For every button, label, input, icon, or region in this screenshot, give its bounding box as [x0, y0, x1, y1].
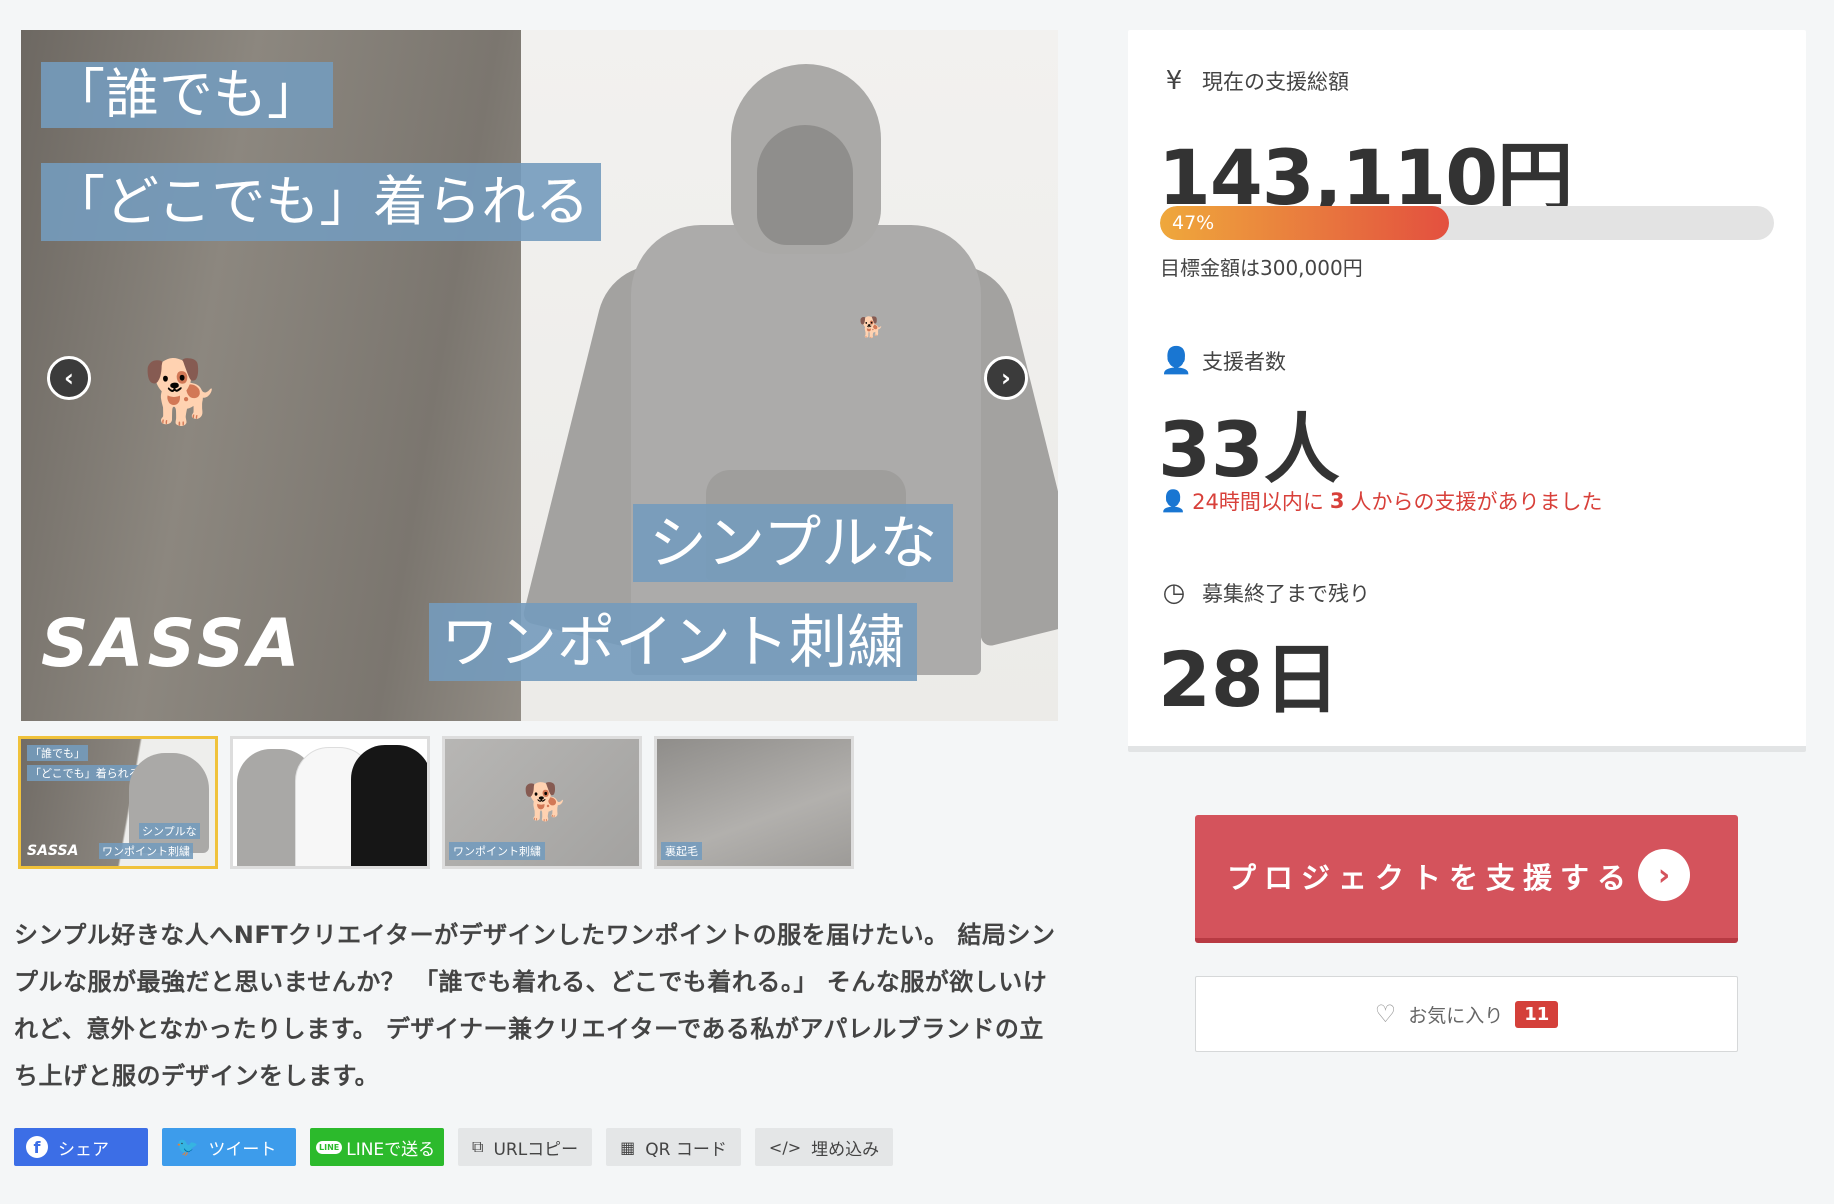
thumbnail-caption: シンプルな [139, 823, 200, 839]
time-label-row: ◷ 募集終了まで残り [1160, 578, 1370, 608]
recent-prefix: 24時間以内に [1192, 490, 1324, 514]
project-description: シンプル好きな人へNFTクリエイターがデザインしたワンポイントの服を届けたい。 … [14, 921, 1056, 1090]
line-share-label: LINEで送る [346, 1139, 436, 1160]
yen-icon: ¥ [1165, 66, 1183, 96]
supporters-label: 支援者数 [1202, 350, 1286, 374]
twitter-share-button[interactable]: 🐦 ツイート [162, 1128, 296, 1166]
qr-code-icon: ▦ [620, 1137, 636, 1157]
goal-amount: 目標金額は300,000円 [1160, 256, 1363, 280]
twitter-bird-icon: 🐦 [176, 1136, 199, 1158]
url-copy-button[interactable]: ⧉ URLコピー [458, 1128, 593, 1166]
hero-caption-2: 「どこでも」着られる [41, 163, 602, 241]
clock-icon: ◷ [1162, 578, 1186, 608]
thumbnail-brand: SASSA [27, 843, 79, 859]
thumbnail-4[interactable]: 裏起毛 [654, 736, 854, 869]
hero-caption-3: シンプルな [633, 504, 954, 582]
favorite-label: お気に入り [1408, 1004, 1504, 1027]
thumbnail-3[interactable]: 🐕 ワンポイント刺繍 [442, 736, 642, 869]
recent-count: 3 [1329, 489, 1345, 513]
amount-label-row: ¥ 現在の支援総額 [1160, 66, 1349, 96]
facebook-share-button[interactable]: f シェア [14, 1128, 148, 1166]
copy-icon: ⧉ [472, 1137, 484, 1156]
heart-icon: ♡ [1374, 1000, 1397, 1028]
embed-button[interactable]: </> 埋め込み [754, 1128, 894, 1166]
qr-code-button[interactable]: ▦ QR コード [606, 1128, 741, 1166]
thumbnail-caption: ワンポイント刺繍 [99, 843, 193, 859]
hoodie-hood-inner [757, 125, 853, 245]
dog-embroidery-small-icon: 🐕 [859, 315, 884, 339]
thumbnail-1[interactable]: 「誰でも」 「どこでも」着られる シンプルな ワンポイント刺繍 SASSA [18, 736, 218, 869]
embed-label: 埋め込み [811, 1139, 880, 1160]
dog-embroidery-large-icon: 🐕 [143, 355, 221, 428]
hero-caption-4: ワンポイント刺繍 [429, 603, 918, 681]
favorite-button[interactable]: ♡ お気に入り 11 [1195, 976, 1738, 1052]
code-icon: </> [768, 1137, 802, 1157]
support-project-label: プロジェクトを支援する [1227, 861, 1635, 895]
twitter-share-label: ツイート [208, 1139, 277, 1160]
support-project-button[interactable]: プロジェクトを支援する › [1195, 815, 1738, 943]
funding-stats-card: ¥ 現在の支援総額 143,110円 47% 目標金額は300,000円 👤 支… [1128, 30, 1806, 752]
user-icon: 👤 [1160, 346, 1193, 376]
user-clock-icon: 👤 [1160, 488, 1187, 513]
qr-code-label: QR コード [645, 1139, 727, 1160]
time-left-label: 募集終了まで残り [1202, 582, 1370, 606]
share-bar: f シェア 🐦 ツイート LINE LINEで送る ⧉ URLコピー ▦ QR … [14, 1128, 894, 1166]
thumbnail-strip: 「誰でも」 「どこでも」着られる シンプルな ワンポイント刺繍 SASSA 🐕 … [18, 736, 854, 869]
thumbnail-caption: 裏起毛 [661, 842, 702, 860]
chevron-left-icon: ‹ [64, 364, 74, 392]
recent-suffix: 人からの支援がありました [1350, 490, 1603, 514]
line-share-button[interactable]: LINE LINEで送る [310, 1128, 444, 1166]
thumbnail-2[interactable] [230, 736, 430, 869]
chevron-right-circle-icon: › [1638, 849, 1690, 901]
brand-logo: SASSA [41, 605, 304, 682]
thumbnail-caption: 「誰でも」 [27, 745, 88, 761]
hero-image: 🐕 🐕 「誰でも」 「どこでも」着られる シンプルな ワンポイント刺繍 SASS… [21, 30, 1058, 721]
funding-progress-text: 47% [1172, 212, 1215, 234]
thumbnail-caption: 「どこでも」着られる [27, 765, 143, 781]
supporter-count: 33人 [1158, 405, 1340, 494]
amount-label: 現在の支援総額 [1202, 70, 1349, 94]
dog-embroidery-icon: 🐕 [523, 782, 568, 823]
days-left: 28日 [1158, 635, 1340, 724]
carousel-next-button[interactable]: › [984, 356, 1028, 400]
carousel-prev-button[interactable]: ‹ [47, 356, 91, 400]
facebook-icon: f [26, 1136, 48, 1158]
thumbnail-caption: ワンポイント刺繍 [449, 842, 545, 860]
funding-progress-bar: 47% [1160, 206, 1774, 240]
hero-caption-1: 「誰でも」 [41, 62, 333, 128]
url-copy-label: URLコピー [493, 1139, 579, 1160]
facebook-share-label: シェア [58, 1139, 109, 1160]
favorite-count-badge: 11 [1515, 1000, 1559, 1028]
line-icon: LINE [316, 1140, 343, 1154]
supporters-label-row: 👤 支援者数 [1160, 346, 1286, 376]
chevron-right-icon: › [1001, 364, 1011, 392]
recent-support-notice: 👤 24時間以内に 3 人からの支援がありました [1160, 486, 1603, 516]
thumbnail-hoodie-black [351, 745, 427, 866]
